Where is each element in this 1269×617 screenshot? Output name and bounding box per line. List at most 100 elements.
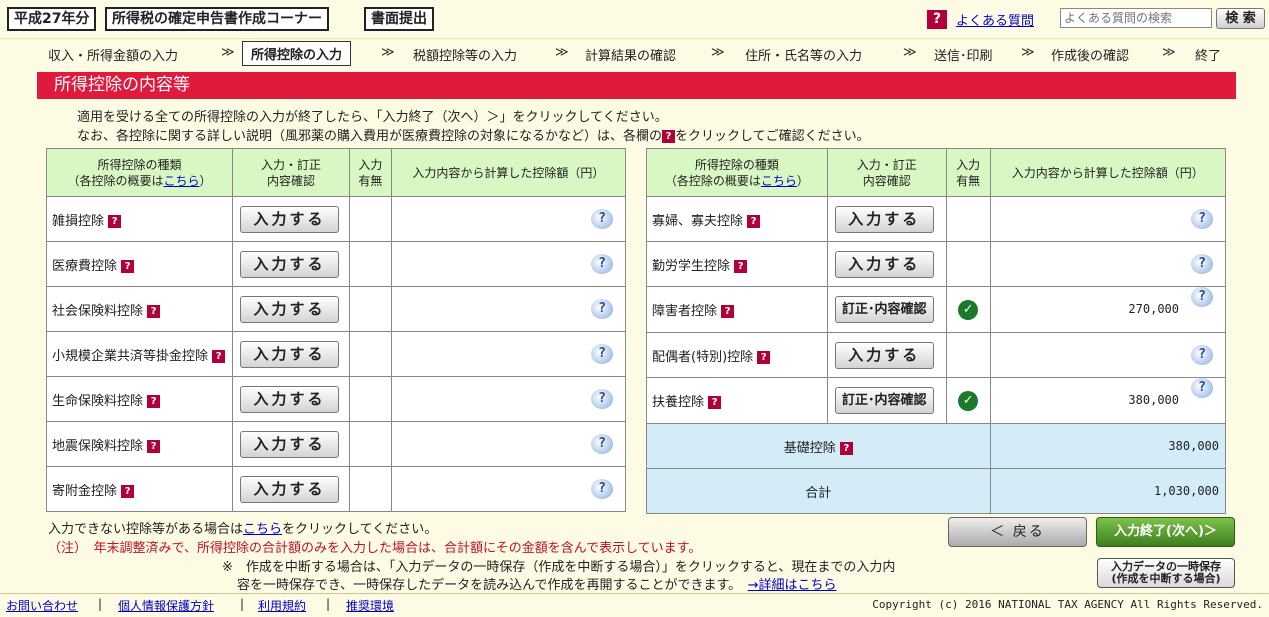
deduction-name: 生命保険料控除 ?	[46, 376, 233, 422]
question-icon[interactable]: ?	[927, 10, 947, 29]
header-amount: 入力内容から計算した控除額（円）	[390, 148, 627, 197]
faq-link[interactable]: よくある質問	[956, 10, 1034, 29]
intro-line-2: なお、各控除に関する詳しい説明（風邪薬の購入費用が医療費控除の対象になるかなど）…	[77, 125, 870, 144]
table-row: 医療費控除 ? 入力する?	[46, 241, 627, 287]
table-row: 勤労学生控除 ? 入力する?	[646, 241, 1227, 287]
footer-env-link[interactable]: 推奨環境	[346, 597, 394, 614]
total-row: 合計 1,030,000	[646, 468, 1227, 514]
amount-cell: ?	[390, 421, 627, 467]
input-button[interactable]: 入力する	[834, 341, 934, 369]
overview-link[interactable]: こちら	[163, 174, 199, 188]
faq-search-input[interactable]	[1060, 8, 1212, 28]
question-icon[interactable]: ?	[147, 394, 161, 408]
step-separator: ≫	[221, 45, 235, 60]
step-separator: ≫	[381, 45, 395, 60]
header-type: 所得控除の種類 （各控除の概要はこちら）	[46, 148, 233, 197]
input-button[interactable]: 入力する	[239, 250, 339, 278]
amount-cell: ?	[390, 196, 627, 242]
input-button[interactable]: 入力する	[239, 430, 339, 458]
input-button[interactable]: 入力する	[834, 250, 934, 278]
input-button[interactable]: 入力する	[239, 385, 339, 413]
question-icon[interactable]: ?	[212, 349, 226, 363]
hint-icon[interactable]: ?	[591, 434, 613, 454]
footer-terms-link[interactable]: 利用規約	[258, 597, 306, 614]
question-icon[interactable]: ?	[121, 259, 135, 273]
deduction-amount: 380,000	[1128, 393, 1179, 407]
hint-icon[interactable]: ?	[591, 254, 613, 274]
footer-divider: |	[240, 597, 245, 611]
question-icon[interactable]: ?	[108, 214, 122, 228]
intro-line-1: 適用を受ける全ての所得控除の入力が終了したら、「入力終了（次へ）＞」をクリックし…	[77, 110, 668, 125]
detail-link[interactable]: →詳細はこちら	[748, 578, 837, 593]
table-row: 障害者控除 ? 訂正･内容確認 ✓? 270,000	[646, 286, 1227, 333]
question-icon[interactable]: ?	[147, 439, 161, 453]
input-button[interactable]: 入力する	[239, 295, 339, 323]
copyright: Copyright (c) 2016 NATIONAL TAX AGENCY A…	[872, 598, 1263, 611]
question-icon[interactable]: ?	[708, 396, 722, 409]
attention-note: （注） 年末調整済みで、所得控除の合計額のみを入力した場合は、合計額にその金額を…	[48, 541, 702, 556]
deduction-name: 小規模企業共済等掛金控除 ?	[46, 331, 233, 377]
input-button[interactable]: 入力する	[239, 475, 339, 503]
question-icon[interactable]: ?	[721, 305, 735, 318]
step-tax-credit: 税額控除等の入力	[413, 49, 518, 64]
action-cell: 入力する	[231, 241, 350, 287]
question-icon[interactable]: ?	[734, 259, 748, 273]
step-separator: ≫	[1162, 45, 1176, 60]
hint-icon[interactable]: ?	[591, 344, 613, 364]
hint-icon[interactable]: ?	[1191, 254, 1213, 274]
action-cell: 入力する	[826, 241, 947, 287]
table-header-row: 所得控除の種類 （各控除の概要はこちら） 入力・訂正 内容確認 入力 有無 入力内容か…	[46, 148, 627, 197]
footer-privacy-link[interactable]: 個人情報保護方針	[118, 597, 214, 614]
correct-button[interactable]: 訂正･内容確認	[834, 296, 934, 323]
footer-divider: |	[326, 597, 331, 611]
question-icon[interactable]: ?	[757, 350, 771, 364]
deduction-name: 寄附金控除 ?	[46, 466, 233, 512]
hint-icon[interactable]: ?	[591, 389, 613, 409]
entered-cell	[348, 241, 392, 287]
input-button[interactable]: 入力する	[239, 340, 339, 368]
footer-contact-link[interactable]: お問い合わせ	[6, 597, 78, 614]
step-post-check: 作成後の確認	[1051, 49, 1130, 64]
entered-cell	[945, 196, 991, 242]
hint-icon[interactable]: ?	[591, 299, 613, 319]
action-cell: 入力する	[231, 421, 350, 467]
total-amount: 1,030,000	[989, 468, 1227, 514]
input-button[interactable]: 入力する	[239, 205, 339, 233]
header-input: 入力・訂正 内容確認	[231, 148, 350, 197]
correct-button[interactable]: 訂正･内容確認	[834, 387, 934, 414]
hint-icon[interactable]: ?	[1191, 345, 1213, 365]
action-cell: 入力する	[231, 331, 350, 377]
entered-cell	[348, 331, 392, 377]
footer: お問い合わせ | 個人情報保護方針 | 利用規約 | 推奨環境 Copyrigh…	[0, 593, 1269, 617]
deductions-table-right: 所得控除の種類 （各控除の概要はこちら） 入力・訂正 内容確認 入力 有無 入力内容か…	[646, 148, 1227, 514]
question-icon[interactable]: ?	[839, 441, 853, 455]
question-icon[interactable]: ?	[747, 214, 761, 228]
intro-text-a: なお、各控除に関する詳しい説明（風邪薬の購入費用が医療費控除の対象になるかなど）…	[77, 129, 663, 144]
question-icon[interactable]: ?	[121, 484, 135, 498]
input-button[interactable]: 入力する	[834, 205, 934, 233]
total-label: 合計	[646, 468, 991, 514]
question-icon[interactable]: ?	[147, 304, 161, 318]
unavailable-link[interactable]: こちら	[243, 522, 282, 537]
action-cell: 入力する	[231, 376, 350, 422]
hint-icon[interactable]: ?	[1191, 378, 1213, 398]
hint-icon[interactable]: ?	[591, 209, 613, 229]
next-button[interactable]: 入力終了(次へ)＞	[1096, 517, 1235, 547]
table-header-row: 所得控除の種類 （各控除の概要はこちら） 入力・訂正 内容確認 入力 有無 入力内容か…	[646, 148, 1227, 197]
back-button[interactable]: ＜ 戻る	[948, 517, 1087, 547]
step-calc-result: 計算結果の確認	[585, 49, 677, 64]
top-bar: 平成27年分 所得税の確定申告書作成コーナー 書面提出 ? よくある質問 検 索	[0, 0, 1269, 38]
deduction-name: 扶養控除 ?	[646, 377, 828, 424]
header-input: 入力・訂正 内容確認	[826, 148, 947, 197]
search-button[interactable]: 検 索	[1216, 8, 1265, 29]
hint-icon[interactable]: ?	[1191, 287, 1213, 307]
hint-icon[interactable]: ?	[1191, 209, 1213, 229]
deduction-name: 地震保険料控除 ?	[46, 421, 233, 467]
save-note-line-2: 容を一時保存でき、一時保存したデータを読み込んで作成を再開することができます。 …	[237, 578, 837, 593]
entered-cell	[348, 286, 392, 332]
hint-icon[interactable]: ?	[591, 479, 613, 499]
amount-cell: ?	[989, 196, 1227, 242]
table-row: 小規模企業共済等掛金控除 ? 入力する?	[46, 331, 627, 377]
overview-link[interactable]: こちら	[761, 174, 797, 188]
temp-save-button[interactable]: 入力データの一時保存 (作成を中断する場合)	[1097, 558, 1235, 588]
